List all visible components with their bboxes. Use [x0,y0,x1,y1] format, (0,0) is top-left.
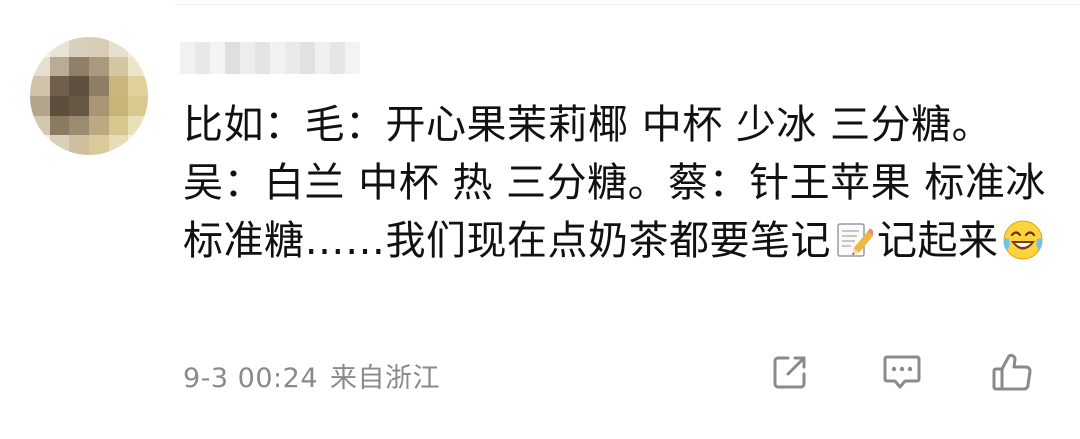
comment-card: 比如：毛：开心果茉莉椰 中杯 少冰 三分糖。吴：白兰 中杯 热 三分糖。蔡：针王… [0,0,1080,439]
comment-text: 比如：毛：开心果茉莉椰 中杯 少冰 三分糖。吴：白兰 中杯 热 三分糖。蔡：针王… [183,96,1063,270]
like-icon [988,353,1036,400]
action-bar [0,348,1080,398]
avatar[interactable] [30,37,148,155]
divider [175,4,1080,5]
memo-emoji-icon [835,218,876,258]
username-redacted[interactable] [180,42,360,74]
reply-icon [878,355,926,400]
reply-button[interactable] [878,348,926,396]
share-button[interactable] [766,348,814,396]
laughing-crying-emoji-icon [1001,218,1045,262]
comment-text-part-2: 记起来 [877,218,999,264]
share-icon [766,356,814,400]
like-button[interactable] [988,348,1036,396]
